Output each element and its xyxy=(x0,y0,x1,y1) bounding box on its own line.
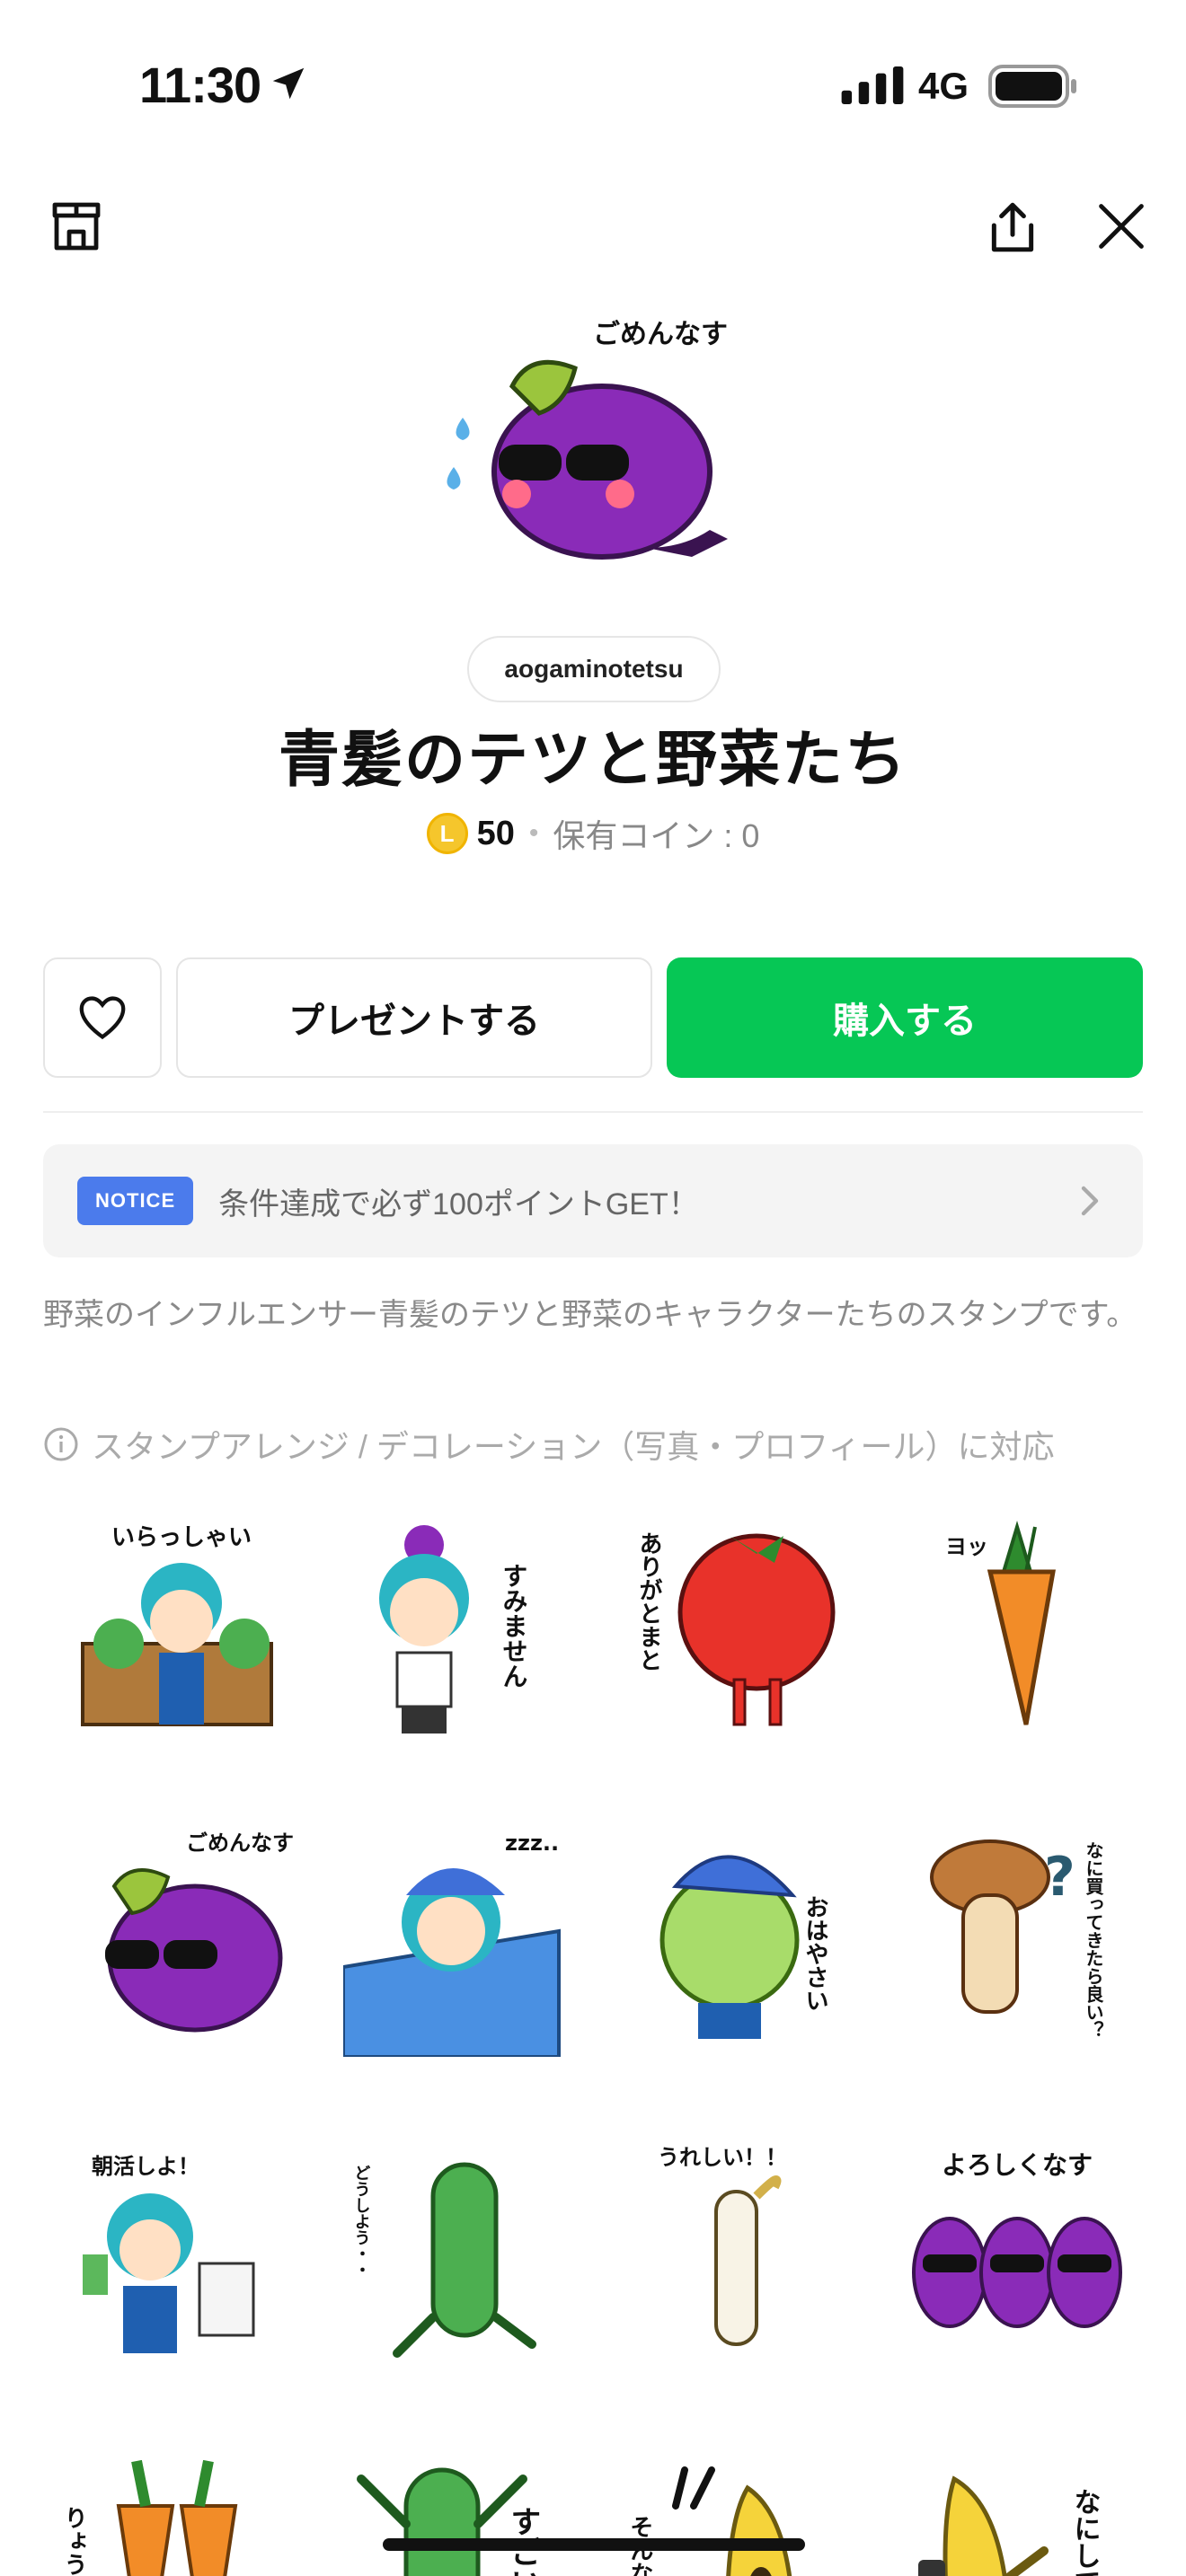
close-icon[interactable] xyxy=(1096,201,1146,251)
sticker-caption: ごめんなす xyxy=(186,1831,294,1856)
cellular-signal-icon xyxy=(841,66,904,104)
present-button[interactable]: プレゼントする xyxy=(176,957,652,1078)
sticker-caption: ヨッ xyxy=(945,1534,988,1559)
sticker-item[interactable]: どうしよう・・ xyxy=(343,2138,577,2371)
author-chip[interactable]: aogaminotetsu xyxy=(467,636,721,702)
sticker-caption: zzz.. xyxy=(505,1831,559,1856)
sticker-item[interactable]: ヨッ xyxy=(900,1509,1134,1742)
sticker-item[interactable]: ありがとまと xyxy=(622,1509,855,1742)
separator-dot: • xyxy=(528,818,539,848)
favorite-button[interactable] xyxy=(43,957,162,1078)
status-time: 11:30 xyxy=(139,57,261,113)
sticker-item[interactable]: 朝活しよ！ xyxy=(65,2138,298,2371)
pack-description: 野菜のインフルエンサー青髪のテツと野菜のキャラクターたちのスタンプです。 xyxy=(43,1298,1137,1332)
sticker-item[interactable]: すごい！ xyxy=(343,2452,577,2576)
shop-icon[interactable] xyxy=(49,199,103,253)
buy-button[interactable]: 購入する xyxy=(667,957,1143,1078)
heart-icon xyxy=(79,996,126,1040)
home-indicator[interactable] xyxy=(383,2538,805,2551)
feature-row: スタンプアレンジ / デコレーション（写真・プロフィール）に対応 xyxy=(43,1421,1055,1468)
info-icon xyxy=(44,1427,78,1461)
sticker-item[interactable]: ごめんなす xyxy=(65,1823,298,2057)
notice-text: 条件達成で必ず100ポイントGET！ xyxy=(218,1187,699,1222)
sticker-caption: うれしい！！ xyxy=(658,2145,787,2170)
owned-coins: 保有コイン : 0 xyxy=(553,817,760,854)
battery-icon xyxy=(988,65,1076,108)
svg-text:?: ? xyxy=(1044,1846,1075,1909)
sticker-caption: どうしよう・・ xyxy=(352,2165,371,2278)
notice-banner[interactable]: NOTICE 条件達成で必ず100ポイントGET！ xyxy=(43,1144,1143,1257)
sticker-item[interactable]: よろしくなす xyxy=(900,2138,1134,2371)
sticker-grid: いらっしゃい すみません ありがとまと ヨッ ごめんなす zzz.. おはやさい… xyxy=(60,1509,1134,2576)
feature-text: スタンプアレンジ / デコレーション（写真・プロフィール）に対応 xyxy=(92,1428,1055,1465)
price: 50 xyxy=(476,814,515,852)
sticker-caption: よろしくなす xyxy=(942,2150,1093,2180)
sticker-caption: いらっしゃい xyxy=(111,1524,252,1551)
sticker-item[interactable]: ? なに買ってきたら良い？ xyxy=(900,1823,1134,2057)
sticker-caption: なに買ってきたら良い？ xyxy=(1083,1841,1104,2039)
network-type: 4G xyxy=(918,65,969,107)
sticker-item[interactable]: なにしてる xyxy=(900,2452,1134,2576)
notice-badge: NOTICE xyxy=(77,1177,194,1225)
sticker-item[interactable]: そんなばな xyxy=(622,2452,855,2576)
sticker-item[interactable]: すみません xyxy=(343,1509,577,1742)
sticker-caption: 朝活しよ！ xyxy=(92,2154,199,2179)
line-coin-icon: L xyxy=(426,813,468,854)
sticker-caption: おはやさい xyxy=(801,1895,828,2012)
sticker-caption: ありがとまと xyxy=(635,1531,662,1672)
price-row: L 50 • 保有コイン : 0 xyxy=(0,810,1186,857)
sticker-item[interactable]: りょうかい xyxy=(60,2452,298,2576)
sticker-item[interactable]: zzz.. xyxy=(341,1823,577,2059)
sticker-item[interactable]: うれしい！！ xyxy=(622,2138,855,2371)
divider xyxy=(43,1111,1143,1113)
share-icon[interactable] xyxy=(985,199,1040,255)
sticker-pack-title: 青髪のテツと野菜たち xyxy=(278,726,907,794)
main-sticker-image: ごめんなす xyxy=(431,314,755,593)
sticker-caption: なにしてる xyxy=(1069,2488,1101,2576)
sticker-caption: りょうかい xyxy=(65,2506,87,2576)
sticker-item[interactable]: いらっしゃい xyxy=(65,1509,298,1742)
location-arrow-icon xyxy=(272,67,305,100)
chevron-right-icon xyxy=(1081,1186,1099,1216)
sticker-caption: すみません xyxy=(500,1563,529,1689)
main-sticker-caption: ごめんなす xyxy=(593,319,728,350)
sticker-item[interactable]: おはやさい xyxy=(622,1823,855,2057)
status-bar: 11:30 4G xyxy=(0,0,1186,171)
